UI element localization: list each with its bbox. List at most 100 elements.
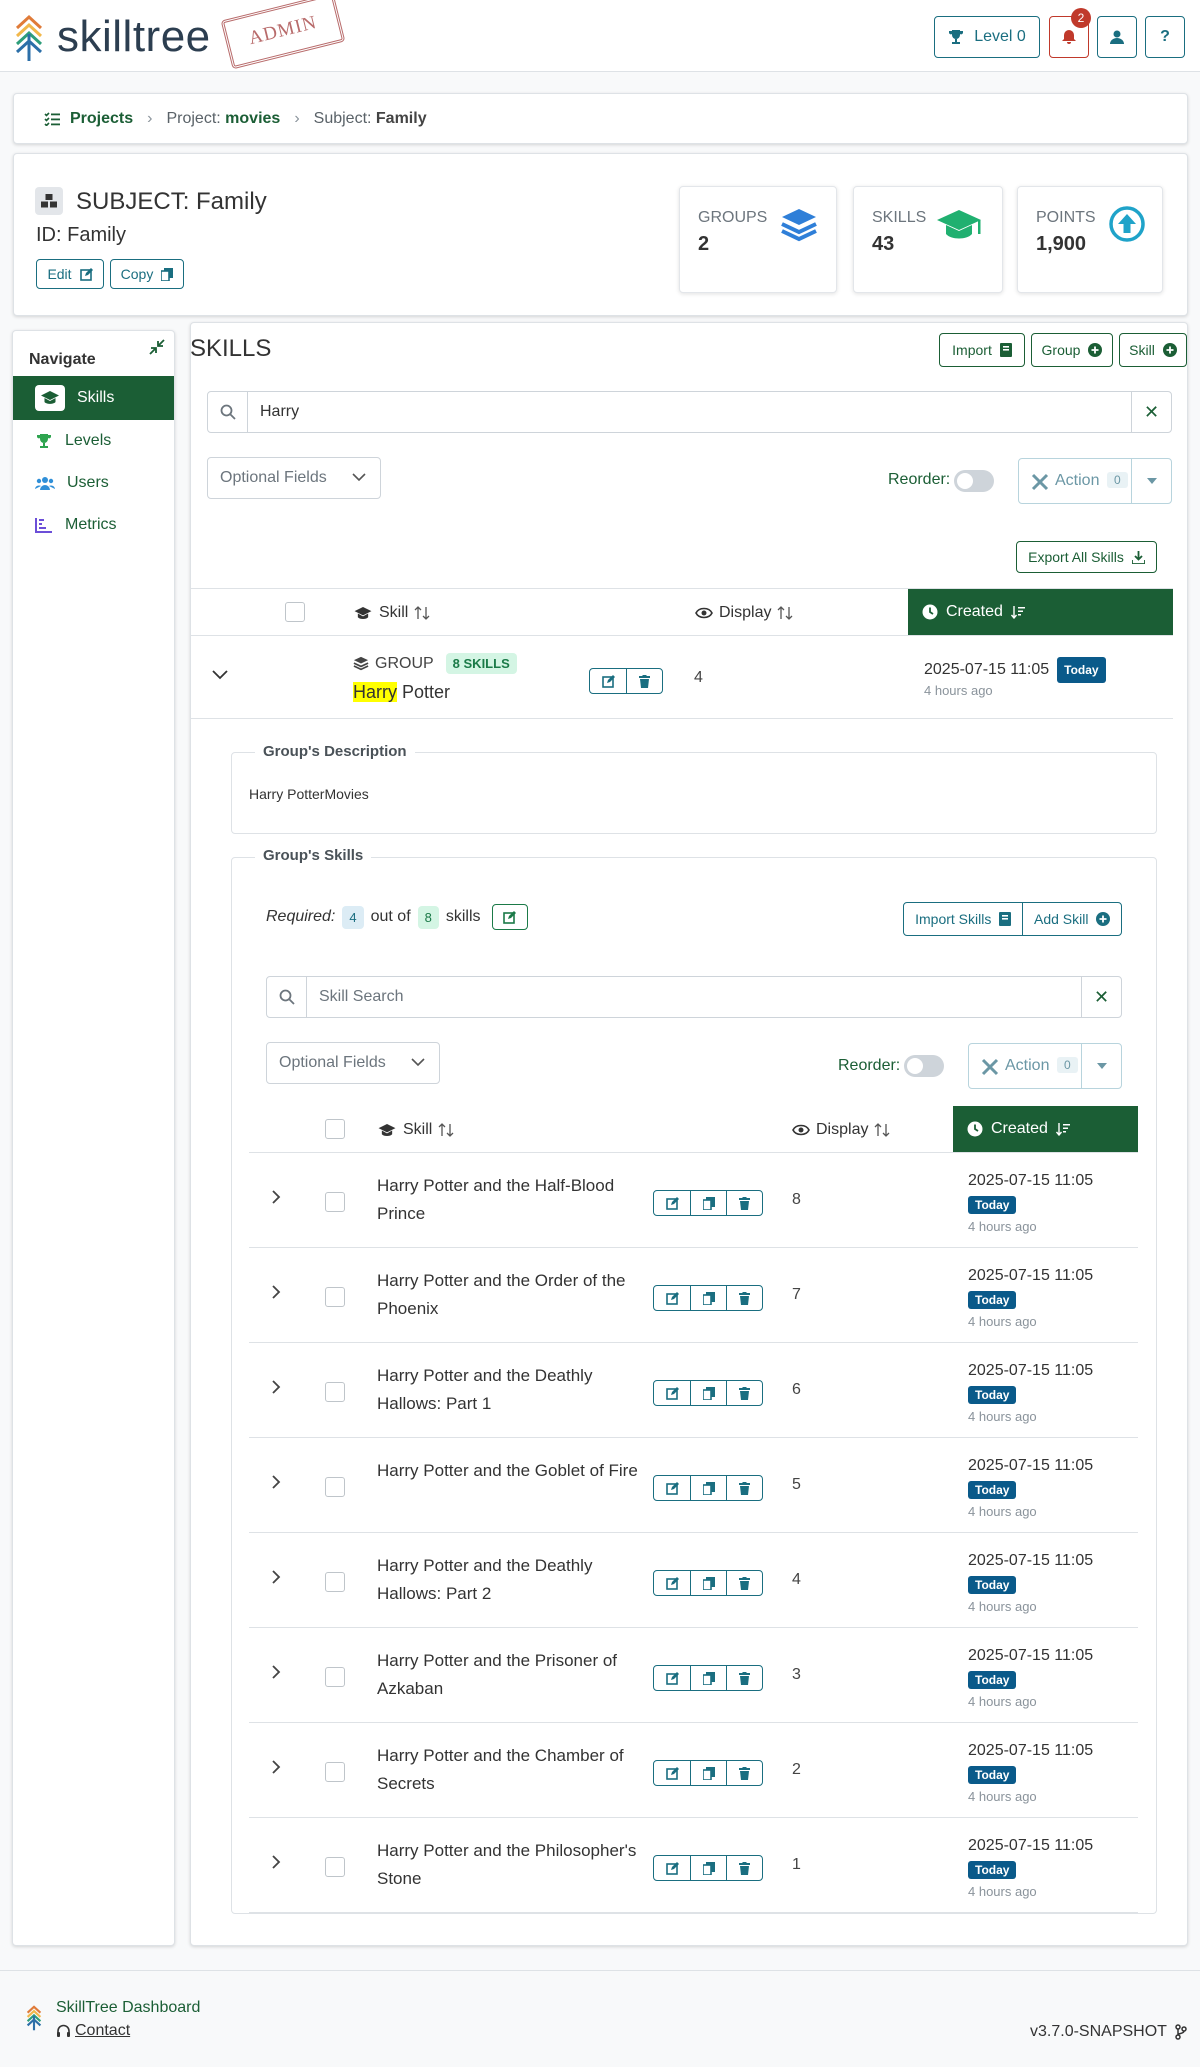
row-checkbox[interactable]: [325, 1667, 345, 1687]
skill-name-link[interactable]: Harry Potter and the Prisoner of Azkaban: [377, 1647, 647, 1703]
collapse-icon[interactable]: [149, 339, 165, 355]
group-skill-column-header[interactable]: Skill: [377, 1121, 454, 1139]
skill-name-link[interactable]: Harry Potter and the Deathly Hallows: Pa…: [377, 1362, 647, 1418]
delete-skill-icon[interactable]: [726, 1571, 762, 1595]
help-button[interactable]: ?: [1145, 16, 1185, 58]
skilltree-logo-icon[interactable]: [14, 14, 44, 62]
edit-subject-button[interactable]: Edit: [36, 259, 104, 289]
import-skills-button[interactable]: Import Skills: [904, 903, 1024, 935]
skill-name-link[interactable]: Harry Potter and the Deathly Hallows: Pa…: [377, 1552, 647, 1608]
skill-display-order: 5: [792, 1476, 801, 1493]
skill-name-link[interactable]: Harry Potter and the Goblet of Fire: [377, 1457, 647, 1485]
action-dropdown[interactable]: Action 0: [1018, 458, 1172, 504]
user-menu-button[interactable]: [1097, 16, 1137, 58]
edit-skill-icon[interactable]: [654, 1381, 690, 1405]
nav-item-metrics[interactable]: Metrics: [13, 503, 174, 547]
collapse-group-icon[interactable]: [212, 670, 228, 680]
skill-column-header[interactable]: Skill: [353, 604, 430, 622]
group-name[interactable]: Harry Potter: [353, 682, 450, 703]
created-column-header[interactable]: Created: [908, 589, 1173, 635]
notification-count-badge: 2: [1071, 8, 1091, 28]
row-checkbox[interactable]: [325, 1762, 345, 1782]
copy-subject-button[interactable]: Copy: [110, 259, 184, 289]
copy-skill-icon[interactable]: [690, 1286, 726, 1310]
copy-skill-icon[interactable]: [690, 1666, 726, 1690]
edit-skill-icon[interactable]: [654, 1856, 690, 1880]
select-all-checkbox[interactable]: [285, 602, 305, 622]
import-button[interactable]: Import: [939, 333, 1025, 367]
row-actions: [653, 1285, 763, 1311]
export-all-skills-button[interactable]: Export All Skills: [1016, 541, 1157, 573]
level-button[interactable]: Level 0: [934, 16, 1040, 58]
copy-skill-icon[interactable]: [690, 1856, 726, 1880]
edit-skill-icon[interactable]: [654, 1286, 690, 1310]
delete-skill-icon[interactable]: [726, 1191, 762, 1215]
group-select-all-checkbox[interactable]: [325, 1119, 345, 1139]
edit-skill-icon[interactable]: [654, 1191, 690, 1215]
skill-name-link[interactable]: Harry Potter and the Philosopher's Stone: [377, 1837, 647, 1893]
optional-fields-select[interactable]: Optional Fields: [207, 457, 381, 499]
group-created-column-header[interactable]: Created: [953, 1106, 1138, 1152]
clock-icon: [967, 1121, 983, 1137]
edit-skill-icon[interactable]: [654, 1476, 690, 1500]
copy-skill-icon[interactable]: [690, 1191, 726, 1215]
group-action-dropdown[interactable]: Action 0: [968, 1043, 1122, 1089]
copy-skill-icon[interactable]: [690, 1476, 726, 1500]
delete-skill-icon[interactable]: [726, 1856, 762, 1880]
skill-name-link[interactable]: Harry Potter and the Chamber of Secrets: [377, 1742, 647, 1798]
skill-name-link[interactable]: Harry Potter and the Half-Blood Prince: [377, 1172, 647, 1228]
group-optional-fields-select[interactable]: Optional Fields: [266, 1042, 440, 1084]
row-checkbox[interactable]: [325, 1192, 345, 1212]
nav-item-skills[interactable]: Skills: [13, 376, 174, 420]
search-icon: [267, 977, 307, 1017]
row-checkbox[interactable]: [325, 1572, 345, 1592]
delete-skill-icon[interactable]: [726, 1761, 762, 1785]
reorder-toggle[interactable]: [954, 470, 994, 492]
expand-row-icon[interactable]: [272, 1190, 281, 1204]
delete-skill-icon[interactable]: [726, 1476, 762, 1500]
nav-item-users[interactable]: Users: [13, 461, 174, 505]
delete-skill-icon[interactable]: [726, 1666, 762, 1690]
row-checkbox[interactable]: [325, 1477, 345, 1497]
copy-skill-icon[interactable]: [690, 1381, 726, 1405]
breadcrumb-projects-link[interactable]: Projects: [70, 110, 133, 128]
add-skill-button[interactable]: Skill: [1119, 333, 1187, 367]
row-checkbox[interactable]: [325, 1287, 345, 1307]
expand-row-icon[interactable]: [272, 1285, 281, 1299]
nav-item-levels[interactable]: Levels: [13, 419, 174, 463]
group-display-column-header[interactable]: Display: [792, 1121, 890, 1139]
copy-skill-icon[interactable]: [690, 1571, 726, 1595]
expand-row-icon[interactable]: [272, 1665, 281, 1679]
group-skill-search-input[interactable]: Skill Search: [319, 988, 403, 1006]
expand-row-icon[interactable]: [272, 1380, 281, 1394]
group-reorder-toggle[interactable]: [904, 1055, 944, 1077]
skills-search-input[interactable]: Harry: [260, 403, 299, 421]
clear-search-button[interactable]: ✕: [1131, 392, 1171, 432]
edit-skill-icon[interactable]: [654, 1761, 690, 1785]
delete-skill-icon[interactable]: [726, 1286, 762, 1310]
sort-icon: [414, 606, 430, 620]
row-checkbox[interactable]: [325, 1382, 345, 1402]
delete-skill-icon[interactable]: [726, 1381, 762, 1405]
row-checkbox[interactable]: [325, 1857, 345, 1877]
skill-name-link[interactable]: Harry Potter and the Order of the Phoeni…: [377, 1267, 647, 1323]
footer-contact-link[interactable]: Contact: [56, 2022, 130, 2040]
add-group-button[interactable]: Group: [1031, 333, 1113, 367]
edit-skill-icon[interactable]: [654, 1571, 690, 1595]
edit-group-icon[interactable]: [590, 669, 626, 693]
expand-row-icon[interactable]: [272, 1570, 281, 1584]
logo-text[interactable]: skilltree: [57, 12, 211, 62]
add-skill-to-group-button[interactable]: Add Skill: [1023, 903, 1121, 935]
edit-required-button[interactable]: [491, 904, 528, 930]
clear-group-search-button[interactable]: ✕: [1081, 977, 1121, 1017]
display-column-header[interactable]: Display: [695, 604, 793, 622]
expand-row-icon[interactable]: [272, 1855, 281, 1869]
breadcrumb-project[interactable]: Project: movies: [166, 110, 280, 128]
edit-skill-icon[interactable]: [654, 1666, 690, 1690]
expand-row-icon[interactable]: [272, 1760, 281, 1774]
delete-group-icon[interactable]: [626, 669, 662, 693]
copy-skill-icon[interactable]: [690, 1761, 726, 1785]
expand-row-icon[interactable]: [272, 1475, 281, 1489]
group-created: 2025-07-15 11:05 Today: [924, 657, 1106, 683]
footer-dashboard-link[interactable]: SkillTree Dashboard: [56, 1999, 200, 2017]
